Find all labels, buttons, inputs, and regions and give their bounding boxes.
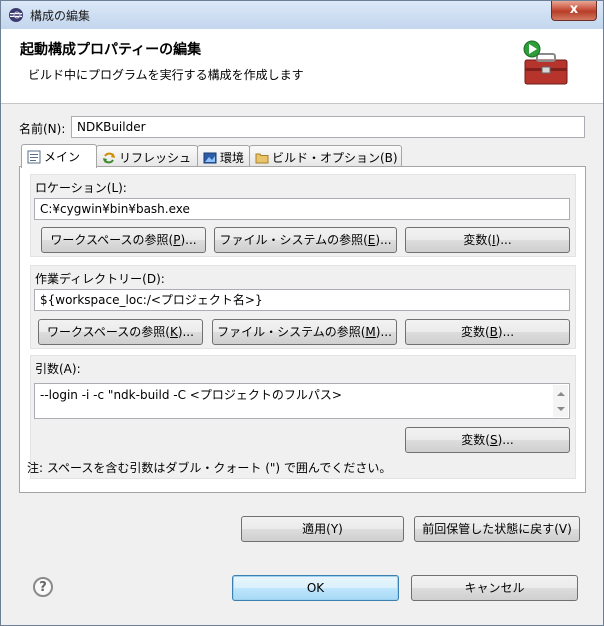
tab-main-label: メイン xyxy=(44,150,81,164)
tab-refresh-label: リフレッシュ xyxy=(119,151,192,165)
revert-button[interactable]: 前回保管した状態に戻す(V) xyxy=(414,516,580,542)
btn-text: 変数( xyxy=(461,433,490,447)
workdir-variables-button[interactable]: 変数(B)... xyxy=(405,319,570,345)
location-input[interactable]: C:¥cygwin¥bin¥bash.exe xyxy=(34,198,570,220)
btn-text: 変数( xyxy=(463,233,492,247)
mnemonic-key: S xyxy=(489,433,498,447)
arguments-scrollbar[interactable] xyxy=(553,385,568,417)
mnemonic-key: P xyxy=(173,233,181,247)
folder-icon xyxy=(255,153,269,164)
btn-text: )... xyxy=(495,233,512,247)
location-variables-button[interactable]: 変数(I)... xyxy=(405,227,570,253)
tab-main[interactable]: メイン xyxy=(21,144,97,168)
eclipse-app-icon xyxy=(9,8,23,22)
name-input[interactable]: NDKBuilder xyxy=(71,116,585,138)
location-label: ロケーション(L): xyxy=(35,181,127,195)
arguments-label: 引数(A): xyxy=(35,362,81,376)
dialog-window: 構成の編集 x 起動構成プロパティーの編集 ビルド中にプログラムを実行する構成を… xyxy=(0,0,604,626)
scroll-down-arrow[interactable] xyxy=(557,407,565,411)
btn-text: )... xyxy=(177,325,194,339)
quote-note: 注: スペースを含む引数はダブル・クォート (") で囲んでください。 xyxy=(27,461,392,475)
location-filesystem-browse-button[interactable]: ファイル・システムの参照(E)... xyxy=(214,227,397,253)
btn-text: )... xyxy=(375,325,392,339)
location-group: ロケーション(L): C:¥cygwin¥bin¥bash.exe ワークスペー… xyxy=(30,174,576,257)
name-label: 名前(N): xyxy=(19,122,66,136)
window-title: 構成の編集 xyxy=(30,9,91,23)
tab-environment-label: 環境 xyxy=(220,151,245,165)
main-tab-panel: ロケーション(L): C:¥cygwin¥bin¥bash.exe ワークスペー… xyxy=(19,166,586,493)
help-icon[interactable]: ? xyxy=(33,577,53,597)
window-close-button[interactable]: x xyxy=(551,1,597,21)
cancel-button[interactable]: キャンセル xyxy=(411,575,578,601)
toolbox-run-icon xyxy=(523,40,568,85)
btn-text: 変数( xyxy=(460,325,490,339)
location-workspace-browse-button[interactable]: ワークスペースの参照(P)... xyxy=(41,227,206,253)
arguments-variables-button[interactable]: 変数(S)... xyxy=(405,427,570,453)
btn-text: ファイル・システムの参照( xyxy=(217,325,366,339)
environment-icon xyxy=(203,152,217,164)
mnemonic-key: B xyxy=(489,325,498,339)
dialog-header: 起動構成プロパティーの編集 ビルド中にプログラムを実行する構成を作成します xyxy=(1,29,603,104)
workdir-workspace-browse-button[interactable]: ワークスペースの参照(K)... xyxy=(38,319,203,345)
btn-text: )... xyxy=(375,233,392,247)
btn-text: ファイル・システムの参照( xyxy=(219,233,368,247)
btn-text: ワークスペースの参照( xyxy=(50,233,174,247)
title-bar[interactable]: 構成の編集 x xyxy=(1,1,603,29)
btn-text: )... xyxy=(497,433,514,447)
page-description: ビルド中にプログラムを実行する構成を作成します xyxy=(28,68,304,82)
working-directory-label: 作業ディレクトリー(D): xyxy=(35,272,165,286)
main-tab-icon xyxy=(27,150,41,164)
tab-environment[interactable]: 環境 xyxy=(197,145,250,167)
apply-button[interactable]: 適用(Y) xyxy=(241,516,404,542)
btn-text: )... xyxy=(497,325,515,339)
working-directory-group: 作業ディレクトリー(D): ${workspace_loc:/<プロジェクト名>… xyxy=(30,265,576,349)
mnemonic-key: K xyxy=(169,325,178,339)
scroll-up-arrow[interactable] xyxy=(557,392,565,396)
working-directory-input[interactable]: ${workspace_loc:/<プロジェクト名>} xyxy=(34,289,570,311)
tab-refresh[interactable]: リフレッシュ xyxy=(96,145,198,167)
workdir-filesystem-browse-button[interactable]: ファイル・システムの参照(M)... xyxy=(212,319,397,345)
tab-build-options[interactable]: ビルド・オプション(B) xyxy=(249,145,402,167)
tab-build-options-label: ビルド・オプション(B) xyxy=(272,151,398,165)
refresh-icon xyxy=(103,152,115,164)
ok-button[interactable]: OK xyxy=(232,575,399,601)
arguments-textarea[interactable]: --login -i -c "ndk-build -C <プロジェクトのフルパス… xyxy=(34,383,570,419)
btn-text: )... xyxy=(180,233,197,247)
page-title: 起動構成プロパティーの編集 xyxy=(20,42,202,58)
btn-text: ワークスペースの参照( xyxy=(47,325,170,339)
arguments-text: --login -i -c "ndk-build -C <プロジェクトのフルパス… xyxy=(40,388,342,402)
mnemonic-key: M xyxy=(365,325,376,339)
